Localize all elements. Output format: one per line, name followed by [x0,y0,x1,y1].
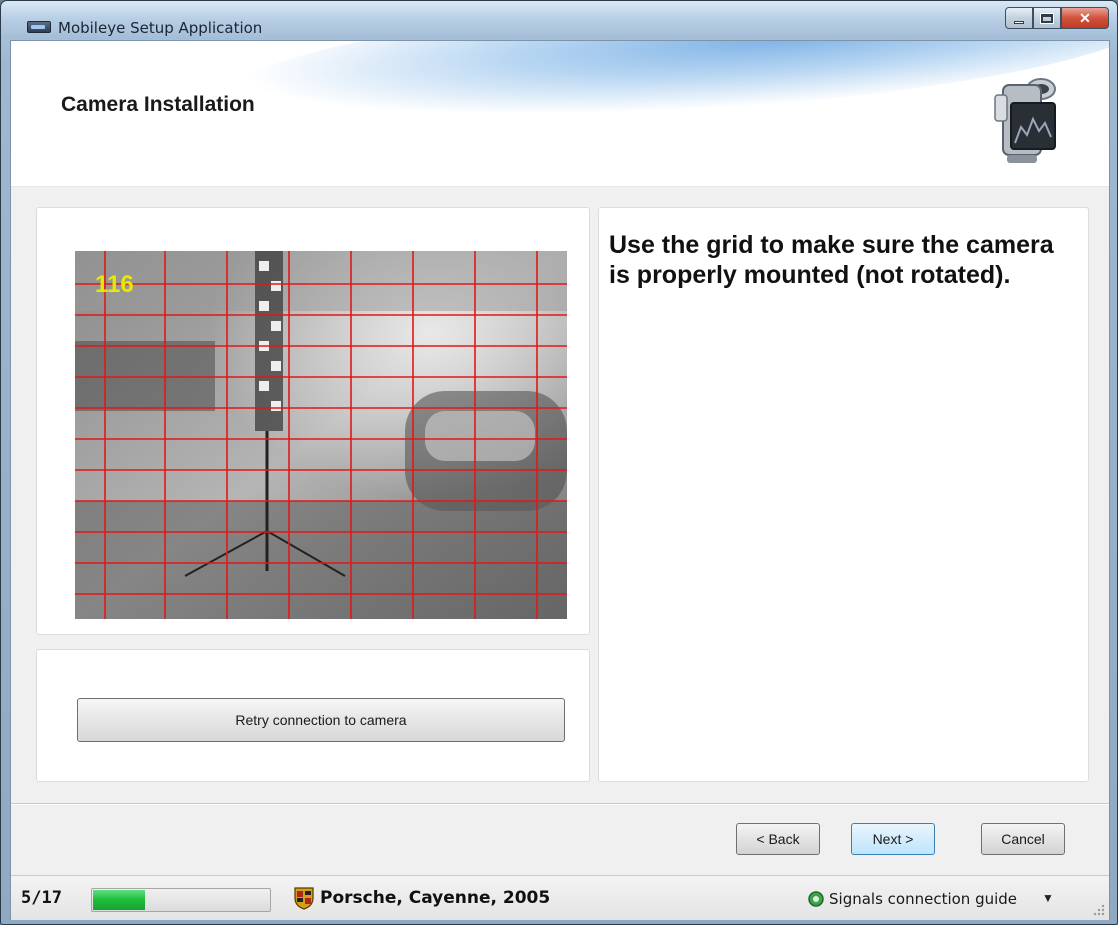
minimize-icon [1014,20,1024,24]
close-icon: ✕ [1079,9,1091,26]
caption-buttons: ✕ [1005,7,1109,31]
window-title: Mobileye Setup Application [58,19,263,37]
footer-divider-highlight [11,804,1109,805]
next-button[interactable]: Next > [851,823,935,855]
camera-panel: 116 [36,207,590,635]
frame-counter: 116 [95,271,134,298]
instructions-text: Use the grid to make sure the camera is … [609,231,1054,289]
header-swoosh [238,41,1109,143]
signals-connection-guide-link[interactable]: Signals connection guide [829,890,1017,908]
camera-view [75,251,567,619]
wizard-header: Camera Installation [11,41,1109,187]
client-area: Camera Installation 116 Retry connection… [10,40,1110,920]
back-button[interactable]: < Back [736,823,820,855]
progress-fill [93,890,145,910]
car-logo-icon [294,887,314,910]
signals-icon [808,891,824,907]
title-bar[interactable]: Mobileye Setup Application ✕ [1,1,1117,39]
minimize-button[interactable] [1005,7,1033,29]
page-title: Camera Installation [61,93,255,116]
app-window: Mobileye Setup Application ✕ Camera Inst… [0,0,1118,925]
dropdown-icon[interactable]: ▼ [1042,891,1054,905]
camcorder-icon [994,78,1056,163]
instructions-panel: Use the grid to make sure the camera is … [598,207,1089,782]
cancel-button[interactable]: Cancel [981,823,1065,855]
wizard-body: 116 Retry connection to camera Use the g… [11,187,1109,837]
close-button[interactable]: ✕ [1061,7,1109,29]
maximize-icon [1040,12,1054,24]
resize-grip-icon[interactable] [1093,904,1105,916]
retry-connection-button[interactable]: Retry connection to camera [77,698,565,742]
vehicle-label: Porsche, Cayenne, 2005 [320,888,551,908]
status-bar: 5/17 Porsche, Cayenne, 2005 Signals conn… [11,875,1109,920]
maximize-button[interactable] [1033,7,1061,29]
retry-panel: Retry connection to camera [36,649,590,782]
step-counter: 5/17 [21,888,62,908]
app-icon [27,21,51,33]
wizard-progress-bar [91,888,271,912]
